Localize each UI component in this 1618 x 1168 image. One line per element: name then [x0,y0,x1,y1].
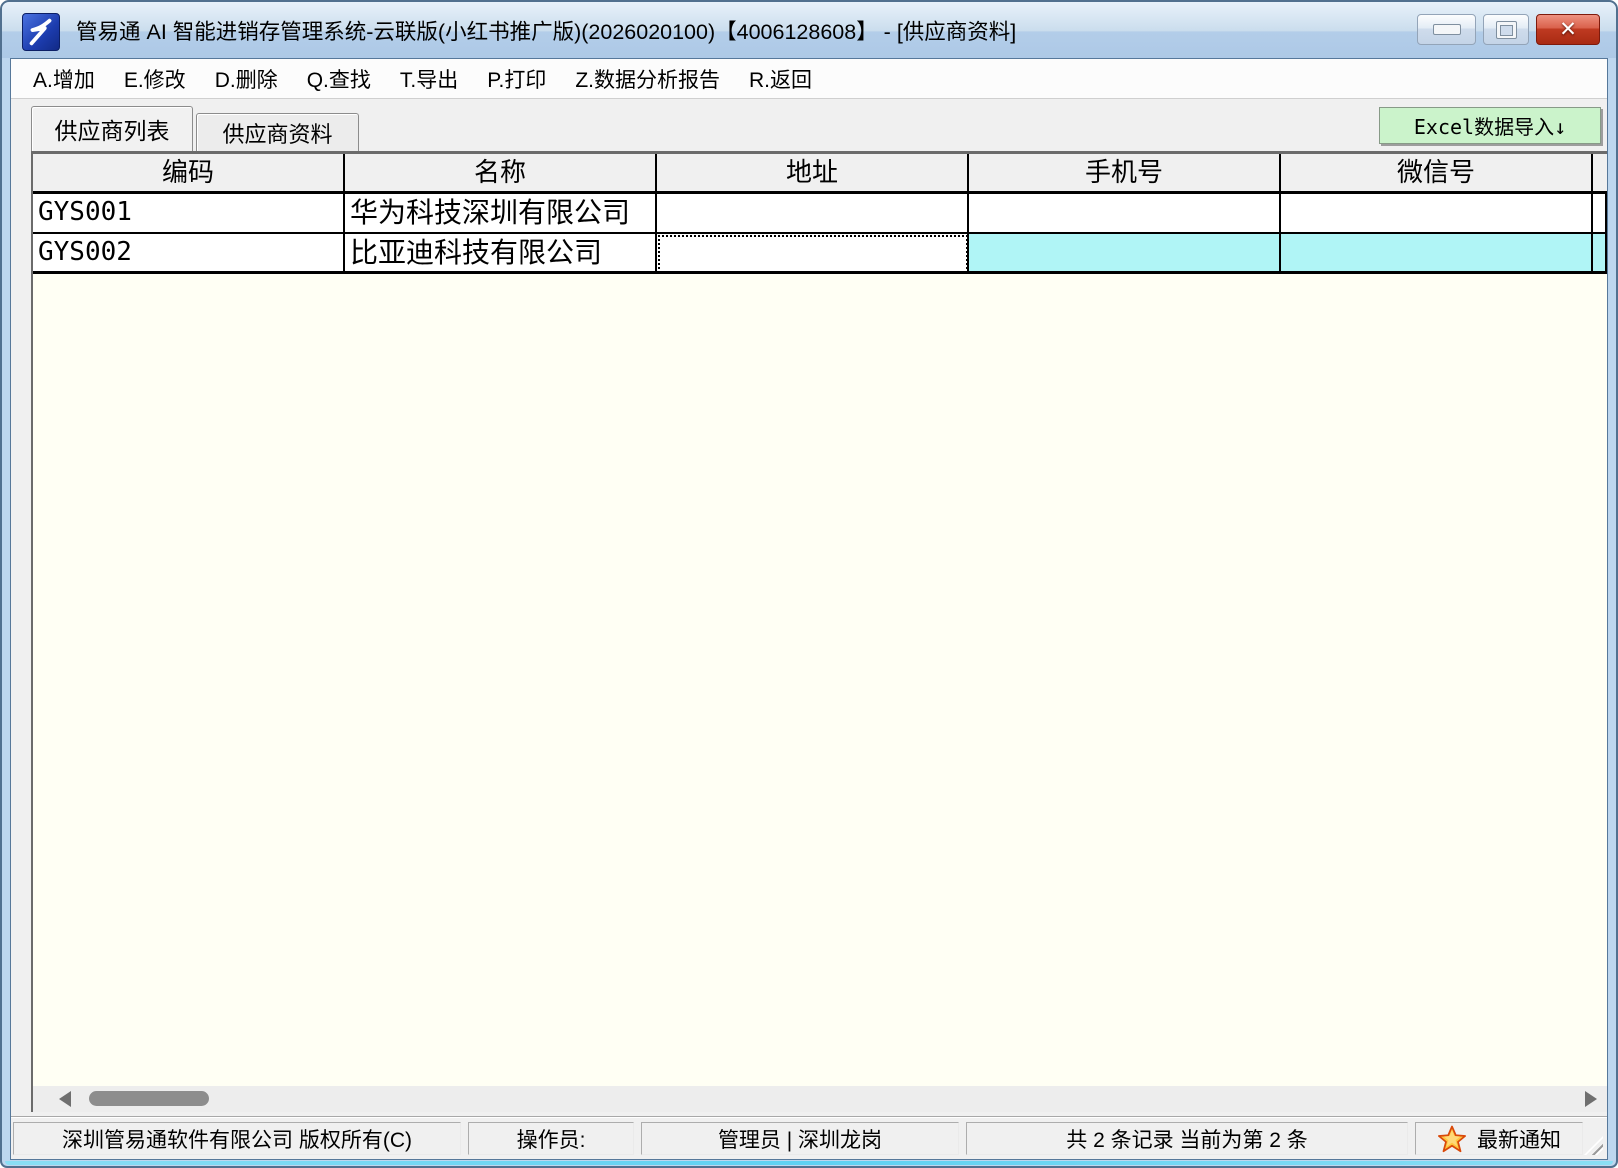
star-icon [1437,1124,1467,1154]
status-operator-label: 操作员: [468,1122,634,1155]
app-logo-icon [22,13,60,51]
status-operator-value: 管理员 | 深圳龙岗 [641,1122,959,1155]
status-latest-notice[interactable]: 最新通知 [1415,1122,1583,1155]
tab-strip: 供应商列表 供应商资料 Excel数据导入↓ [11,100,1607,151]
tab-supplier-detail[interactable]: 供应商资料 [196,113,359,151]
cell-name[interactable]: 华为科技深圳有限公司 [345,194,657,234]
cell-overflow [1593,194,1607,234]
menu-item-delete[interactable]: D.删除 [215,64,278,94]
scroll-right-icon[interactable] [1585,1091,1597,1107]
status-notice-label: 最新通知 [1477,1124,1561,1154]
menu-item-add[interactable]: A.增加 [33,64,95,94]
cell-address[interactable] [657,194,969,234]
column-header-code[interactable]: 编码 [33,154,345,194]
column-header-wechat[interactable]: 微信号 [1281,154,1593,194]
horizontal-scrollbar[interactable] [31,1086,1607,1112]
close-button[interactable]: ✕ [1536,14,1600,45]
supplier-grid-panel: 编码 名称 地址 手机号 微信号 GYS001 华为科技深圳有限公司 GYS00… [31,151,1607,1086]
close-icon: ✕ [1559,19,1577,40]
scroll-left-icon[interactable] [59,1091,71,1107]
cell-mobile[interactable] [969,194,1281,234]
menu-item-edit[interactable]: E.修改 [124,64,186,94]
excel-import-button[interactable]: Excel数据导入↓ [1379,107,1601,144]
cell-code[interactable]: GYS001 [33,194,345,234]
menu-bar: A.增加 E.修改 D.删除 Q.查找 T.导出 P.打印 Z.数据分析报告 R… [11,59,1607,99]
supplier-table: 编码 名称 地址 手机号 微信号 GYS001 华为科技深圳有限公司 GYS00… [33,154,1607,274]
cell-code[interactable]: GYS002 [33,234,345,274]
menu-item-print[interactable]: P.打印 [487,64,546,94]
menu-item-export[interactable]: T.导出 [400,64,458,94]
resize-grip[interactable] [1584,1136,1603,1155]
status-record-count: 共 2 条记录 当前为第 2 条 [966,1122,1408,1155]
client-area: A.增加 E.修改 D.删除 Q.查找 T.导出 P.打印 Z.数据分析报告 R… [10,58,1608,1160]
title-bar: 管易通 AI 智能进销存管理系统-云联版(小红书推广版)(2026020100)… [2,2,1616,58]
status-copyright: 深圳管易通软件有限公司 版权所有(C) [13,1122,461,1155]
column-header-name[interactable]: 名称 [345,154,657,194]
scrollbar-thumb[interactable] [89,1091,209,1106]
restore-icon [1496,21,1517,39]
cell-overflow [1593,234,1607,274]
minimize-button[interactable] [1417,14,1476,45]
cell-name[interactable]: 比亚迪科技有限公司 [345,234,657,274]
tab-supplier-list[interactable]: 供应商列表 [31,106,193,151]
cell-wechat[interactable] [1281,194,1593,234]
column-header-overflow [1593,154,1607,194]
column-header-address[interactable]: 地址 [657,154,969,194]
cell-address-focused[interactable] [657,234,969,274]
menu-item-return[interactable]: R.返回 [749,64,812,94]
cell-mobile[interactable] [969,234,1281,274]
column-header-mobile[interactable]: 手机号 [969,154,1281,194]
cell-wechat[interactable] [1281,234,1593,274]
restore-button[interactable] [1483,14,1529,45]
menu-item-analysis-report[interactable]: Z.数据分析报告 [575,64,720,94]
menu-item-find[interactable]: Q.查找 [307,64,371,94]
window-controls: ✕ [1417,14,1600,45]
minimize-icon [1433,24,1461,35]
status-bar: 深圳管易通软件有限公司 版权所有(C) 操作员: 管理员 | 深圳龙岗 共 2 … [11,1116,1607,1159]
app-window: 管易通 AI 智能进销存管理系统-云联版(小红书推广版)(2026020100)… [0,0,1618,1168]
window-title: 管易通 AI 智能进销存管理系统-云联版(小红书推广版)(2026020100)… [76,2,1016,58]
